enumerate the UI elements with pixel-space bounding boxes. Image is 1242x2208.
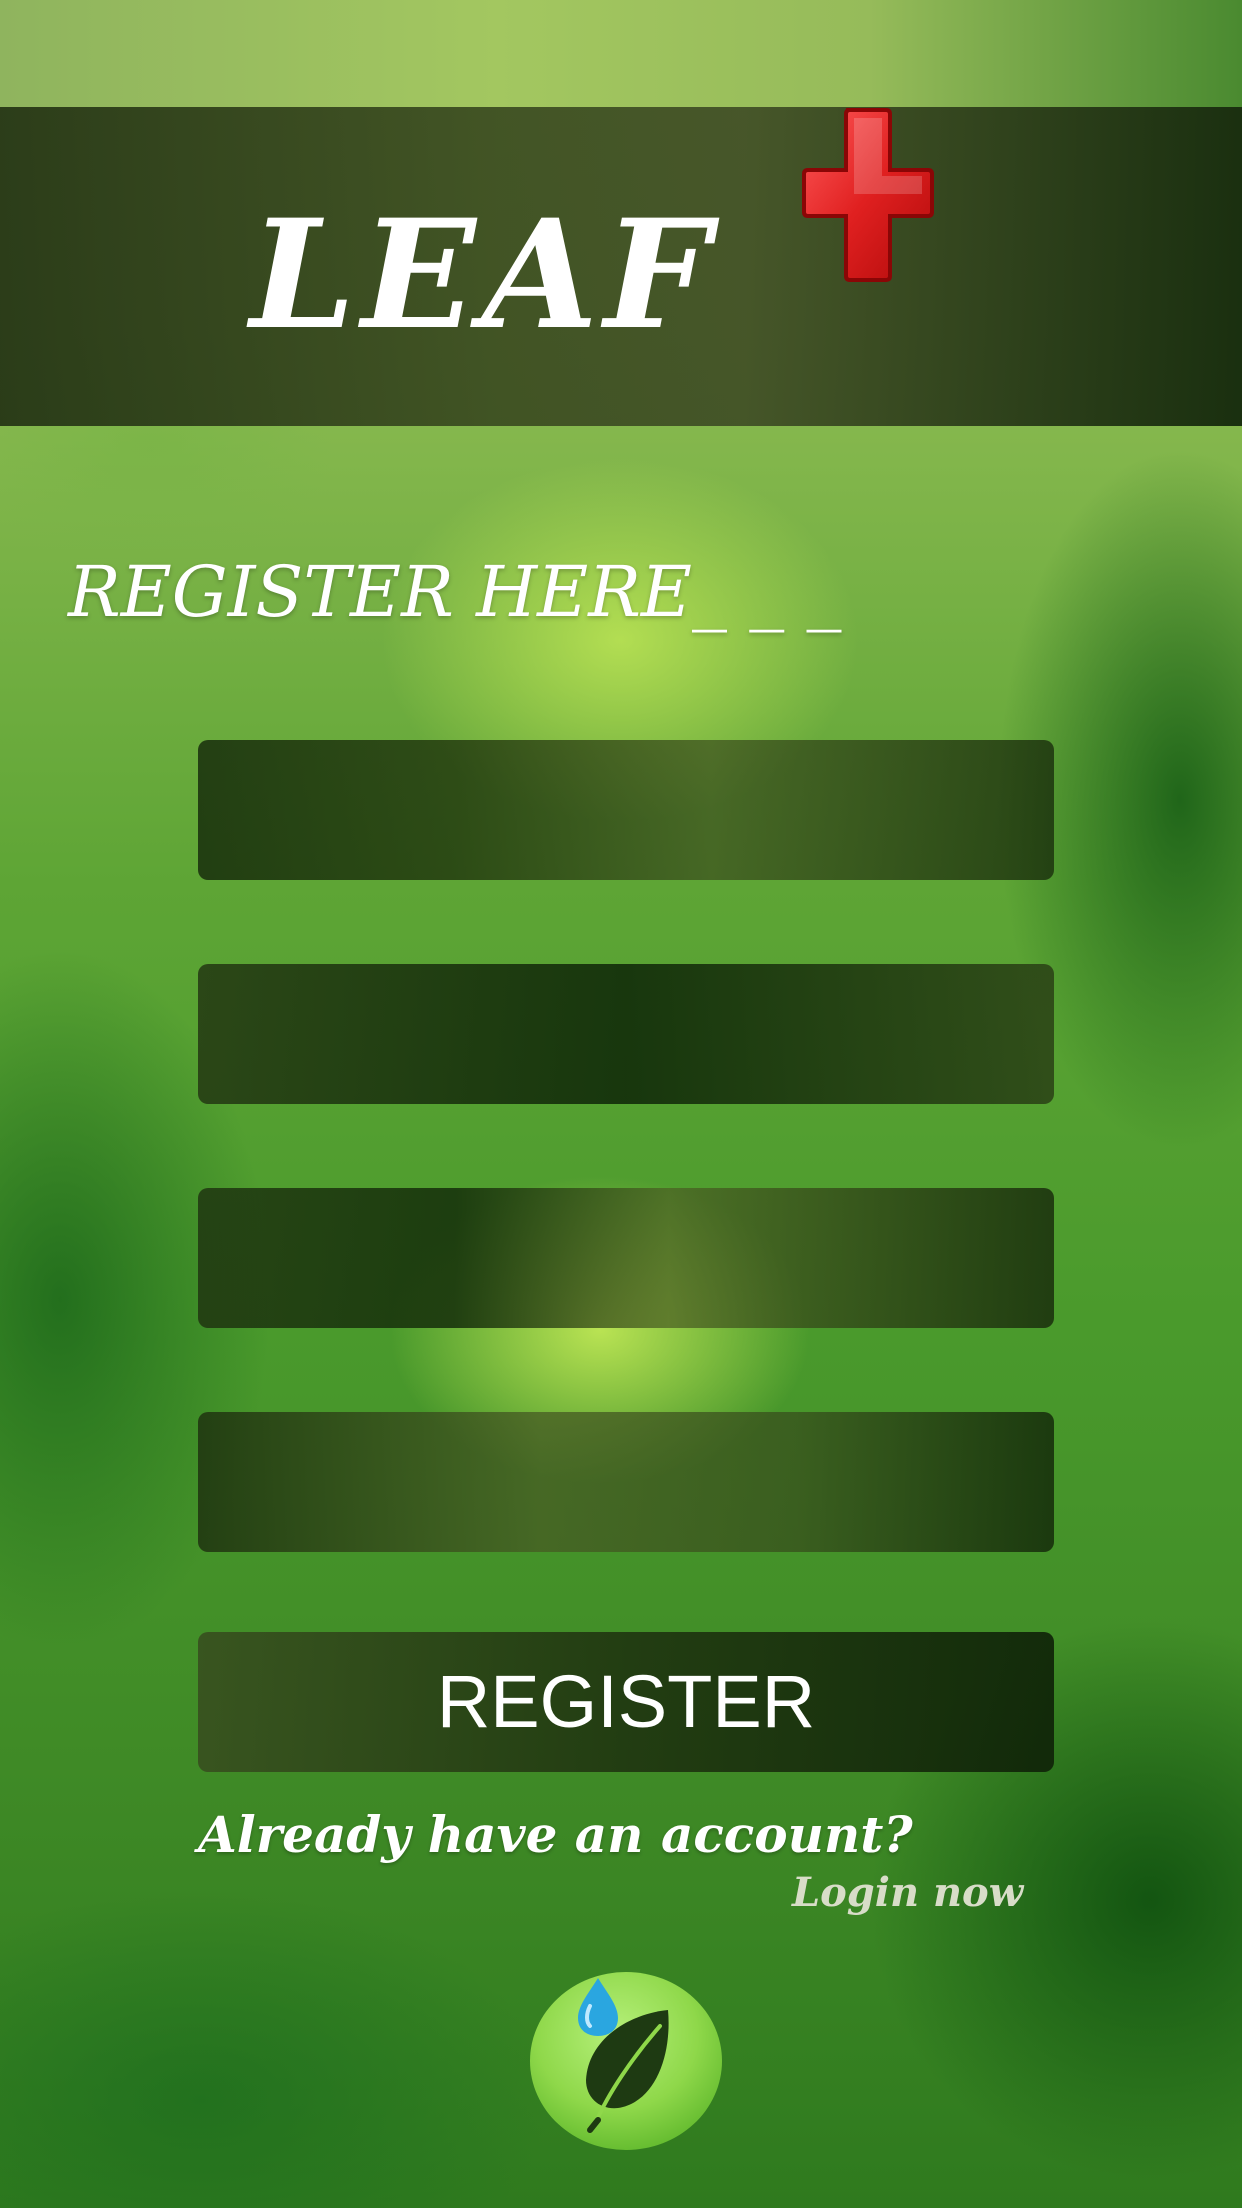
- register-field-2[interactable]: [198, 964, 1054, 1104]
- register-heading: REGISTER HERE_ _ _: [68, 551, 842, 633]
- top-strip: [0, 0, 1242, 107]
- register-button[interactable]: REGISTER: [198, 1632, 1054, 1772]
- account-prompt: Already have an account?: [198, 1805, 913, 1864]
- leaf-water-drop-icon: [530, 1972, 722, 2150]
- register-field-3[interactable]: [198, 1188, 1054, 1328]
- medical-plus-icon: [802, 108, 934, 282]
- register-field-1[interactable]: [198, 740, 1054, 880]
- login-now-link[interactable]: Login now: [792, 1868, 1023, 1918]
- register-field-4[interactable]: [198, 1412, 1054, 1552]
- app-logo-text: LEAF: [250, 187, 717, 363]
